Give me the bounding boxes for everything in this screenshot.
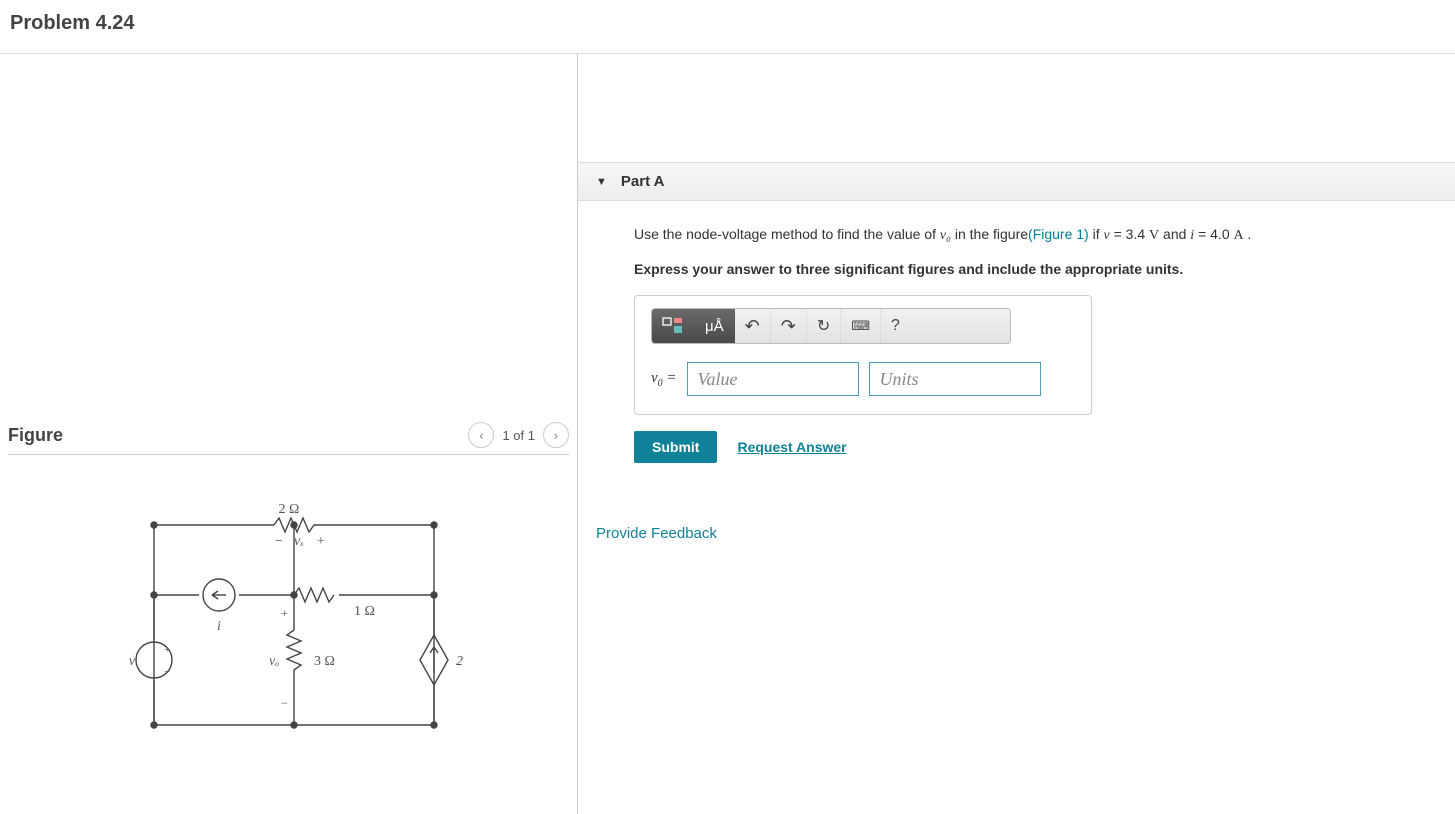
chevron-left-icon: ‹ [479, 428, 483, 443]
svg-text:+: + [164, 644, 170, 656]
part-label: Part A [621, 173, 665, 190]
templates-icon [662, 317, 684, 335]
svg-text:vₒ: vₒ [269, 654, 279, 669]
help-icon: ? [891, 317, 900, 335]
svg-text:+: + [281, 606, 288, 620]
figure-nav-text: 1 of 1 [502, 428, 535, 443]
figure-link[interactable]: (Figure 1) [1028, 226, 1089, 242]
answer-eq-label: v0 = [651, 370, 677, 389]
svg-text:vₓ: vₓ [294, 534, 304, 549]
svg-text:−: − [274, 534, 283, 549]
right-pane: ▼ Part A Use the node-voltage method to … [578, 54, 1455, 814]
answer-toolbar: μÅ ↶ ↷ ↻ ⌨ ? [651, 308, 1011, 344]
express-instruction: Express your answer to three significant… [634, 261, 1415, 277]
units-input[interactable] [869, 362, 1041, 396]
svg-text:−: − [281, 696, 288, 710]
undo-icon: ↶ [745, 316, 760, 337]
keyboard-icon: ⌨ [851, 318, 870, 334]
problem-title: Problem 4.24 [10, 12, 1445, 35]
help-button[interactable]: ? [881, 309, 910, 343]
svg-text:1 Ω: 1 Ω [354, 604, 375, 619]
answer-input-row: v0 = [651, 362, 1075, 396]
request-answer-link[interactable]: Request Answer [737, 439, 846, 455]
keyboard-button[interactable]: ⌨ [841, 309, 881, 343]
provide-feedback-link[interactable]: Provide Feedback [596, 525, 1455, 542]
prompt-text: Use the node-voltage method to find the … [634, 223, 1415, 247]
svg-text:v: v [128, 654, 135, 669]
value-input[interactable] [687, 362, 859, 396]
collapse-icon: ▼ [596, 176, 607, 188]
circuit-diagram: 2 Ω − vₓ + 1 Ω i v + − + vₒ 3 Ω − 2vₓ [8, 495, 569, 758]
units-button[interactable]: μÅ [695, 309, 735, 343]
chevron-right-icon: › [554, 428, 558, 443]
figure-prev-button[interactable]: ‹ [468, 422, 494, 448]
answer-box: μÅ ↶ ↷ ↻ ⌨ ? v0 = [634, 295, 1092, 415]
reset-icon: ↻ [817, 316, 830, 336]
svg-text:i: i [217, 619, 221, 634]
figure-next-button[interactable]: › [543, 422, 569, 448]
circuit-svg: 2 Ω − vₓ + 1 Ω i v + − + vₒ 3 Ω − 2vₓ [114, 495, 464, 755]
problem-header: Problem 4.24 [0, 0, 1455, 54]
part-a-header[interactable]: ▼ Part A [578, 162, 1455, 201]
left-pane: Figure ‹ 1 of 1 › [0, 54, 578, 814]
figure-label: Figure [8, 425, 63, 446]
undo-button[interactable]: ↶ [735, 309, 771, 343]
action-row: Submit Request Answer [634, 431, 1415, 463]
svg-text:2 Ω: 2 Ω [278, 502, 299, 517]
svg-text:−: − [164, 666, 170, 678]
redo-icon: ↷ [781, 316, 796, 337]
svg-text:3 Ω: 3 Ω [314, 654, 335, 669]
reset-button[interactable]: ↻ [807, 309, 841, 343]
submit-button[interactable]: Submit [634, 431, 717, 463]
figure-nav: ‹ 1 of 1 › [468, 422, 569, 448]
main-layout: Figure ‹ 1 of 1 › [0, 54, 1455, 814]
svg-text:2vₓ: 2vₓ [456, 654, 464, 669]
figure-header: Figure ‹ 1 of 1 › [8, 422, 569, 455]
redo-button[interactable]: ↷ [771, 309, 807, 343]
svg-text:+: + [316, 534, 325, 549]
templates-button[interactable] [652, 309, 695, 343]
part-a-body: Use the node-voltage method to find the … [578, 201, 1455, 473]
